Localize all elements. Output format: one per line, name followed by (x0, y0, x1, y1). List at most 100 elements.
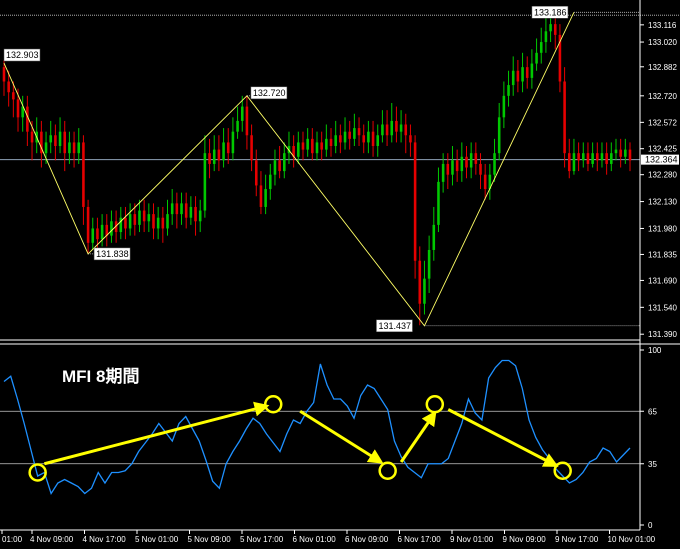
candle-body (301, 142, 305, 150)
candle-body (91, 228, 95, 243)
candle-body (315, 142, 319, 154)
candle-body (455, 160, 459, 172)
candle-body (152, 214, 155, 229)
candle-body (44, 142, 48, 154)
candle-body (297, 142, 300, 157)
candle-body (30, 131, 34, 143)
candle-body (12, 92, 15, 100)
candle-body (161, 217, 165, 229)
candle-body (110, 221, 113, 236)
mfi-tick-label: 100 (648, 346, 662, 355)
chart-background (0, 0, 680, 544)
candle-body (217, 149, 221, 161)
candle-body (591, 153, 594, 164)
candle-body (544, 31, 548, 43)
mfi-tick-label: 35 (648, 460, 657, 469)
time-tick-label: 9 Nov 17:00 (555, 535, 599, 544)
candle-body (348, 131, 351, 139)
candle-body (511, 70, 515, 86)
candle-body (189, 206, 193, 218)
time-tick-label: 6 Nov 17:00 (398, 535, 442, 544)
candle-body (610, 153, 613, 164)
candle-body (395, 120, 398, 132)
candle-body (497, 117, 501, 154)
indicator-title: MFI 8期間 (62, 367, 139, 386)
candle-body (371, 131, 375, 147)
candle-body (343, 131, 347, 143)
candle-body (581, 153, 585, 161)
current-price-label: 132.364 (645, 155, 678, 165)
candle-body (376, 135, 380, 147)
candle-body (16, 99, 20, 118)
candle-body (68, 142, 71, 154)
candle-body (128, 214, 132, 229)
candle-body (203, 153, 207, 211)
candle-body (245, 106, 249, 136)
candle-body (539, 42, 543, 53)
price-tick-label: 133.116 (648, 21, 677, 30)
candle-body (142, 210, 146, 222)
candle-body (479, 163, 482, 175)
candle-body (409, 135, 412, 143)
candle-body (58, 131, 62, 147)
candle-body (306, 138, 309, 150)
candle-body (2, 67, 6, 82)
candle-body (77, 142, 81, 154)
candle-body (413, 142, 417, 261)
price-tick-label: 131.980 (648, 224, 677, 233)
time-tick-label: 9 Nov 09:00 (503, 535, 547, 544)
candle-body (507, 85, 510, 96)
candle-body (460, 156, 464, 172)
candle-body (329, 138, 333, 147)
time-tick-label: 4 Nov 09:00 (30, 535, 74, 544)
candle-body (240, 106, 244, 121)
candle-body (49, 135, 53, 143)
candle-body (619, 149, 622, 157)
candle-body (451, 160, 454, 175)
candle-body (311, 138, 314, 154)
candle-body (54, 135, 57, 147)
candle-body (198, 210, 202, 222)
time-tick-label: 01:00 (2, 535, 23, 544)
time-tick-label: 6 Nov 09:00 (345, 535, 389, 544)
candle-body (404, 124, 408, 136)
candle-body (325, 138, 328, 150)
candle-body (399, 124, 403, 132)
candle-body (334, 135, 337, 147)
candle-body (180, 203, 183, 215)
candle-body (437, 181, 440, 225)
candle-body (339, 135, 342, 143)
candle-body (469, 153, 473, 168)
candle-body (278, 160, 281, 172)
candle-body (259, 185, 263, 207)
price-tick-label: 132.280 (648, 171, 677, 180)
candle-body (577, 153, 580, 161)
price-tick-label: 132.572 (648, 118, 677, 127)
candle-body (264, 189, 267, 207)
candle-body (100, 224, 104, 240)
mfi-tick-label: 65 (648, 407, 657, 416)
time-tick-label: 5 Nov 09:00 (188, 535, 232, 544)
candle-body (367, 131, 370, 143)
zigzag-label: 132.720 (253, 88, 286, 98)
candle-body (563, 81, 566, 154)
candle-body (600, 153, 604, 161)
candle-body (147, 214, 151, 222)
candle-body (572, 153, 576, 172)
time-tick-label: 6 Nov 01:00 (293, 535, 337, 544)
chart-canvas[interactable]: 132.903 131.838 132.720 131.437 133.186 133.… (0, 0, 680, 544)
candle-body (226, 142, 230, 154)
candle-body (63, 131, 67, 154)
candle-body (320, 142, 323, 150)
candle-body (605, 153, 608, 164)
zigzag-label: 131.437 (378, 321, 411, 331)
candle-body (124, 217, 127, 229)
candle-body (273, 160, 277, 175)
candle-body (231, 131, 235, 154)
candle-body (250, 135, 253, 161)
candle-body (133, 214, 137, 225)
candle-body (624, 149, 627, 157)
candle-body (184, 203, 188, 218)
price-tick-label: 132.425 (648, 145, 677, 154)
price-tick-label: 131.390 (648, 330, 677, 339)
